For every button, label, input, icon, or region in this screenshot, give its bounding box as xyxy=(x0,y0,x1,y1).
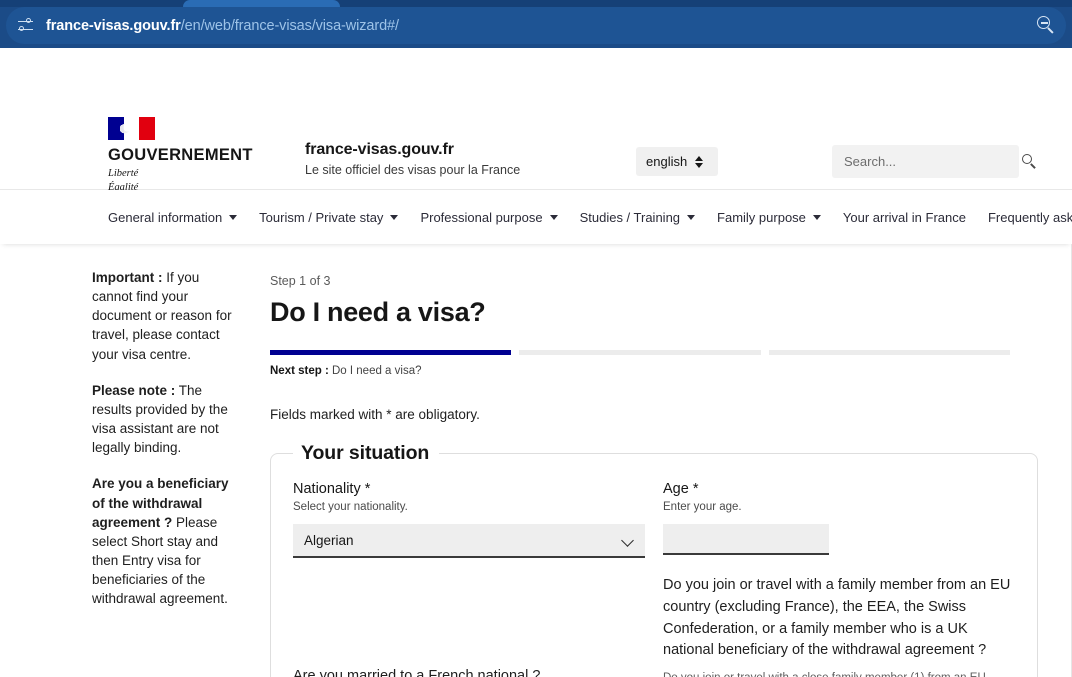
motto-liberte: Liberté xyxy=(108,168,139,180)
left-field-column: Nationality * Select your nationality. A… xyxy=(293,481,645,677)
page-content: Important : If you cannot find your docu… xyxy=(0,244,1072,677)
nav-item-label: Tourism / Private stay xyxy=(259,209,384,225)
right-field-column: Age * Enter your age. Do you join or tra… xyxy=(663,481,1015,677)
sidebar-note-1: Please note : The results provided by th… xyxy=(92,381,238,458)
search-input[interactable] xyxy=(842,153,1022,170)
page-title: Do I need a visa? xyxy=(270,297,486,327)
browser-active-tab[interactable] xyxy=(183,0,340,7)
language-selector[interactable]: english xyxy=(636,147,718,176)
nav-item-2[interactable]: Professional purpose xyxy=(409,210,568,225)
nav-item-5[interactable]: Your arrival in France xyxy=(832,210,977,225)
info-sidebar: Important : If you cannot find your docu… xyxy=(92,268,238,626)
nav-item-label: Your arrival in France xyxy=(842,209,966,225)
chevron-down-icon xyxy=(549,214,558,220)
browser-chrome: france-visas.gouv.fr/en/web/france-visas… xyxy=(0,0,1072,48)
nav-item-label: Family purpose xyxy=(717,209,806,225)
age-input[interactable] xyxy=(663,524,829,555)
age-label: Age * xyxy=(663,481,699,497)
language-selector-value: english xyxy=(646,154,688,169)
next-step-note: Next step : Do I need a visa? xyxy=(270,365,1010,377)
married-question: Are you married to a French national ? xyxy=(293,668,541,677)
fields-grid: Nationality * Select your nationality. A… xyxy=(293,481,1015,677)
main-column: Step 1 of 3 Do I need a visa? Next step … xyxy=(270,244,1038,677)
nationality-hint: Select your nationality. xyxy=(293,501,408,513)
family-member-question: Do you join or travel with a family memb… xyxy=(663,577,1011,659)
search-icon[interactable] xyxy=(1022,154,1037,169)
page-viewport: GOUVERNEMENT Liberté Égalité Fraternité … xyxy=(0,48,1072,677)
your-situation-fieldset: Your situation Nationality * Select your… xyxy=(270,442,1038,677)
obligatory-fields-note: Fields marked with * are obligatory. xyxy=(270,407,480,422)
chevron-down-icon xyxy=(812,214,821,220)
chevron-down-icon xyxy=(687,214,696,220)
nav-item-label: Professional purpose xyxy=(420,209,543,225)
next-step-text: Do I need a visa? xyxy=(328,365,422,377)
chevron-down-icon xyxy=(390,214,399,220)
government-label: GOUVERNEMENT xyxy=(108,146,253,164)
progress-bar xyxy=(270,350,1010,355)
progress-segment-1 xyxy=(270,350,512,355)
nav-item-0[interactable]: General information xyxy=(108,210,248,225)
url-host: france-visas.gouv.fr xyxy=(46,17,181,34)
sidebar-note-0: Important : If you cannot find your docu… xyxy=(92,268,238,364)
nav-item-4[interactable]: Family purpose xyxy=(706,210,832,225)
french-flag-icon xyxy=(108,117,155,140)
sidebar-note-2: Are you a beneficiary of the withdrawal … xyxy=(92,474,238,608)
main-navigation: General information Tourism / Private sta… xyxy=(0,190,1072,244)
nav-item-1[interactable]: Tourism / Private stay xyxy=(248,210,409,225)
family-member-question-hint: Do you join or travel with a close famil… xyxy=(663,670,1015,677)
progress-segment-3 xyxy=(768,350,1010,355)
sidebar-note-lead: Please note : xyxy=(92,382,176,398)
step-indicator: Step 1 of 3 xyxy=(270,274,331,288)
site-title: france-visas.gouv.fr xyxy=(305,141,454,158)
chevron-down-icon xyxy=(621,534,634,547)
nationality-select[interactable]: Algerian xyxy=(293,524,645,558)
site-identity[interactable]: france-visas.gouv.fr Le site officiel de… xyxy=(305,141,520,177)
progress-segment-2 xyxy=(519,350,761,355)
updown-arrows-icon xyxy=(695,155,704,169)
site-search[interactable] xyxy=(832,145,1036,178)
nav-item-label: Studies / Training xyxy=(579,209,681,225)
nationality-label: Nationality * xyxy=(293,481,371,497)
browser-tab-strip xyxy=(0,0,1072,7)
age-hint: Enter your age. xyxy=(663,501,742,513)
browser-address-bar[interactable]: france-visas.gouv.fr/en/web/france-visas… xyxy=(6,7,1066,44)
nav-item-3[interactable]: Studies / Training xyxy=(569,210,706,225)
zoom-out-icon[interactable] xyxy=(1037,16,1056,35)
site-header: GOUVERNEMENT Liberté Égalité Fraternité … xyxy=(0,48,1072,206)
address-bar-url: france-visas.gouv.fr/en/web/france-visas… xyxy=(46,18,399,34)
nav-item-6[interactable]: Frequently asked questions xyxy=(977,210,1072,225)
url-path: /en/web/france-visas/visa-wizard#/ xyxy=(180,17,399,34)
nav-items-container: General information Tourism / Private sta… xyxy=(108,190,1072,244)
fieldset-legend: Your situation xyxy=(301,442,430,464)
nav-item-label: General information xyxy=(108,209,223,225)
chevron-down-icon xyxy=(229,214,238,220)
next-step-lead: Next step : xyxy=(270,365,329,377)
sidebar-note-lead: Important : xyxy=(92,270,163,285)
site-settings-icon[interactable] xyxy=(16,16,36,36)
nav-item-label: Frequently asked questions xyxy=(987,209,1072,225)
nationality-select-value: Algerian xyxy=(304,532,354,548)
site-tagline: Le site officiel des visas pour la Franc… xyxy=(305,163,521,177)
